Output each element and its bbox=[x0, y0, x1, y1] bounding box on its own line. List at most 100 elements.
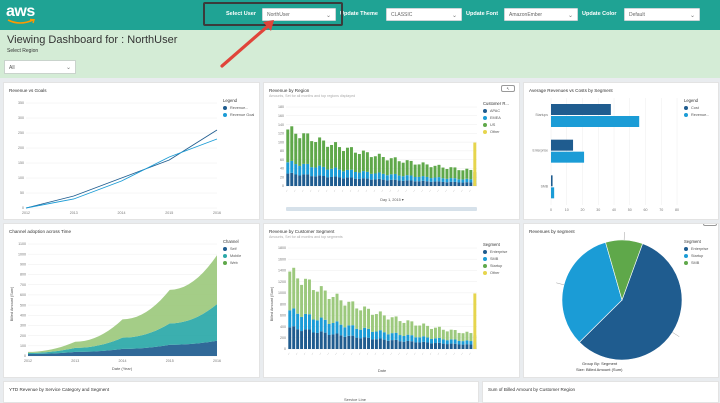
legend-item[interactable]: Cost bbox=[684, 106, 709, 110]
bar-segment bbox=[342, 178, 345, 186]
update-theme-value: CLASSIC bbox=[391, 12, 413, 18]
bar-segment bbox=[347, 301, 351, 326]
line-chart: 350 300 250 200 150 100 50 02012 2013 2014 2015 201… bbox=[18, 101, 221, 215]
update-font-dropdown[interactable]: AmazonEmber ⌄ bbox=[504, 8, 578, 21]
x-tick-label: — bbox=[334, 351, 338, 355]
bar-segment bbox=[331, 334, 335, 349]
x-tick-label: 2015 bbox=[165, 211, 173, 215]
bar-segment bbox=[343, 327, 347, 337]
bar-segment bbox=[465, 340, 469, 345]
bar-segment bbox=[389, 179, 393, 186]
legend-swatch bbox=[483, 130, 487, 134]
y-tick-label: 1400 bbox=[278, 269, 286, 273]
chevron-down-icon: ⌄ bbox=[689, 13, 695, 19]
bar-segment bbox=[405, 175, 409, 181]
panel-revenues-by-segment-pie: Revenues by segment Segment Enterprise S… bbox=[523, 223, 719, 378]
top-bar: aws Select User NorthUser ⌄ Update Theme… bbox=[0, 0, 720, 30]
bar-segment bbox=[430, 328, 434, 339]
legend-label: APAC bbox=[490, 109, 501, 113]
x-tick-label: — bbox=[349, 188, 353, 192]
bar-segment bbox=[465, 331, 469, 341]
bar-segment bbox=[385, 175, 389, 181]
x-tick-label: — bbox=[365, 188, 369, 192]
legend-item[interactable]: Mobile bbox=[223, 254, 241, 258]
update-color-label: Update Color bbox=[582, 11, 617, 17]
bar-segment bbox=[304, 313, 308, 330]
bar-segment bbox=[397, 175, 401, 181]
bar-segment bbox=[394, 316, 398, 333]
bar-segment bbox=[410, 341, 414, 349]
legend-title: Segment bbox=[483, 242, 500, 247]
panel-title: Sum of Billed Amount by Customer Region bbox=[488, 387, 576, 392]
legend-item[interactable]: SMB bbox=[483, 257, 507, 261]
bar-segment bbox=[389, 174, 393, 180]
x-tick-label: 2013 bbox=[70, 211, 78, 215]
legend: Customer R... APAC EMEA US Other bbox=[483, 101, 509, 137]
update-color-dropdown[interactable]: Default ⌄ bbox=[624, 8, 700, 21]
legend-item[interactable]: Other bbox=[483, 130, 509, 134]
bar-segment bbox=[361, 178, 365, 186]
legend-item[interactable]: Other bbox=[483, 271, 507, 275]
bar-segment bbox=[377, 153, 381, 173]
legend-item[interactable]: APAC bbox=[483, 109, 509, 113]
x-tick-label: 30 bbox=[596, 208, 600, 212]
bar-segment bbox=[290, 172, 294, 186]
bar-segment bbox=[382, 315, 386, 333]
bar-segment bbox=[294, 174, 298, 186]
bar-segment bbox=[302, 174, 306, 186]
legend-item[interactable]: Startup bbox=[684, 254, 708, 258]
bar-segment bbox=[394, 339, 398, 349]
bar-segment bbox=[298, 138, 302, 166]
bar-segment bbox=[370, 331, 374, 340]
y-tick-label: 200 bbox=[280, 336, 286, 340]
bar-segment bbox=[398, 335, 402, 342]
bar-segment bbox=[430, 343, 434, 349]
x-tick-label: — bbox=[468, 188, 472, 192]
bar-segment bbox=[425, 164, 429, 177]
y-tick-label: 120 bbox=[278, 132, 284, 136]
y-tick-label: 600 bbox=[20, 293, 26, 297]
update-theme-dropdown[interactable]: CLASSIC ⌄ bbox=[386, 8, 462, 21]
bar-segment bbox=[330, 144, 334, 169]
bar-segment bbox=[326, 169, 330, 178]
bar-segment bbox=[469, 333, 473, 342]
page-title: Viewing Dashboard for : NorthUser bbox=[7, 34, 178, 46]
legend-item[interactable]: Startup bbox=[483, 264, 507, 268]
legend-item[interactable]: Enterprise bbox=[684, 247, 708, 251]
focus-button[interactable]: ↖ bbox=[703, 224, 717, 226]
bar-segment bbox=[377, 172, 381, 179]
bar-segment bbox=[351, 301, 355, 326]
x-tick-label: — bbox=[381, 188, 385, 192]
legend-item[interactable]: Revenue... bbox=[223, 106, 254, 110]
legend-item[interactable]: EMEA bbox=[483, 116, 509, 120]
bar-segment bbox=[417, 176, 421, 182]
pie-caption-size: Size: Billed Amount (Sum) bbox=[576, 367, 623, 372]
bar-segment bbox=[433, 343, 437, 349]
legend-item[interactable]: SMB bbox=[684, 261, 708, 265]
legend-item[interactable]: Enterprise bbox=[483, 250, 507, 254]
bar-segment bbox=[343, 305, 347, 328]
x-tick-label: — bbox=[341, 188, 345, 192]
bar-segment bbox=[417, 164, 421, 177]
region-dropdown[interactable]: All ⌄ bbox=[4, 60, 76, 74]
bar-segment bbox=[409, 160, 413, 176]
bar-segment bbox=[294, 133, 298, 165]
x-tick-label: — bbox=[309, 188, 313, 192]
bar-segment bbox=[401, 162, 405, 177]
legend-item[interactable]: US bbox=[483, 123, 509, 127]
legend-item[interactable]: Revenue Goal bbox=[223, 113, 254, 117]
legend-item[interactable]: Revenue... bbox=[684, 113, 709, 117]
legend-item[interactable]: Self bbox=[223, 247, 241, 251]
legend-label: Startup bbox=[490, 264, 503, 268]
bar-segment bbox=[373, 173, 377, 180]
bar-segment bbox=[327, 334, 331, 349]
bar-segment bbox=[397, 161, 401, 176]
x-tick-label: — bbox=[452, 188, 456, 192]
bar-segment bbox=[296, 313, 300, 330]
legend-item[interactable]: Web bbox=[223, 261, 241, 265]
bar-segment bbox=[292, 267, 296, 309]
annotation-arrow bbox=[220, 20, 274, 68]
bar-segment bbox=[377, 178, 381, 186]
x-tick-label: — bbox=[317, 188, 321, 192]
focus-button[interactable]: ↖ bbox=[501, 85, 515, 92]
